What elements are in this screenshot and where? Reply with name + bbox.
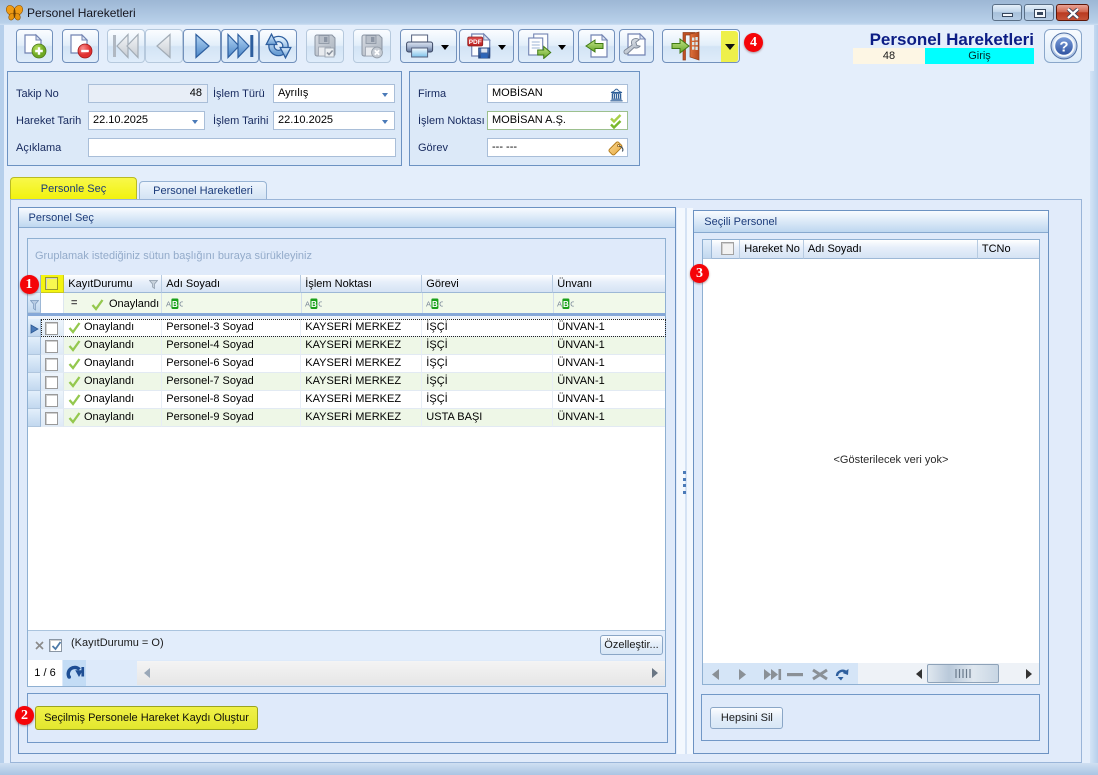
svg-text:?: ? — [1059, 39, 1068, 56]
